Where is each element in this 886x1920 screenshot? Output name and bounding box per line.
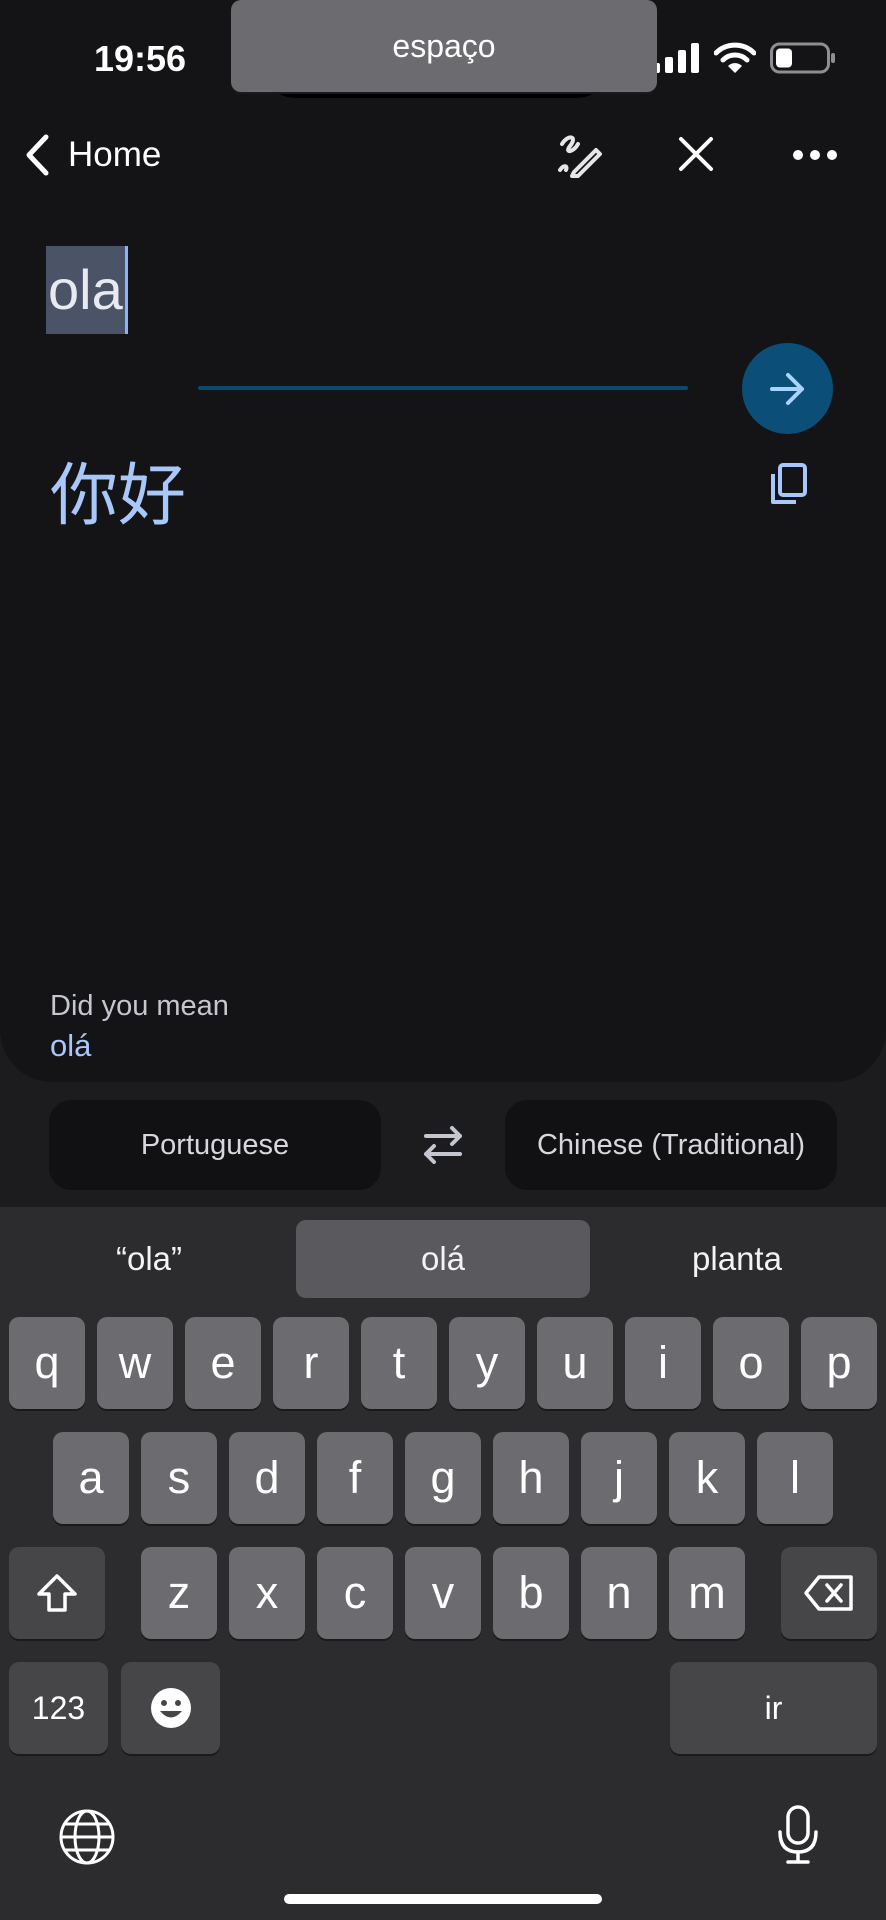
space-key[interactable]: espaço: [231, 0, 657, 92]
key-l[interactable]: l: [757, 1432, 833, 1524]
key-s[interactable]: s: [141, 1432, 217, 1524]
key-u[interactable]: u: [537, 1317, 613, 1409]
swap-languages-button[interactable]: [418, 1124, 468, 1171]
keyboard-suggestion-selected[interactable]: olá: [296, 1220, 590, 1298]
translation-panel: 19:56 Home ola 你好 Did you mean olá: [0, 0, 886, 1082]
handwriting-icon: [558, 135, 602, 178]
key-t[interactable]: t: [361, 1317, 437, 1409]
copy-button[interactable]: [768, 462, 808, 511]
status-icons: [652, 42, 836, 74]
home-indicator[interactable]: [284, 1894, 602, 1904]
arrow-right-icon: [769, 372, 804, 405]
key-o[interactable]: o: [713, 1317, 789, 1409]
key-w[interactable]: w: [97, 1317, 173, 1409]
globe-icon: [59, 1809, 115, 1865]
shift-key[interactable]: [9, 1547, 105, 1639]
key-m[interactable]: m: [669, 1547, 745, 1639]
more-options-button[interactable]: [792, 148, 838, 166]
key-j[interactable]: j: [581, 1432, 657, 1524]
handwriting-button[interactable]: [556, 130, 604, 183]
chevron-left-icon: [26, 134, 49, 176]
microphone-icon: [778, 1805, 818, 1864]
back-button[interactable]: Home: [24, 134, 161, 176]
close-icon: [679, 137, 713, 171]
key-c[interactable]: c: [317, 1547, 393, 1639]
battery-icon: [770, 42, 835, 74]
copy-icon: [771, 463, 807, 504]
key-v[interactable]: v: [405, 1547, 481, 1639]
shift-icon: [37, 1574, 77, 1612]
key-e[interactable]: e: [185, 1317, 261, 1409]
keyboard-suggestion[interactable]: planta: [612, 1220, 862, 1298]
source-language-button[interactable]: Portuguese: [49, 1100, 381, 1190]
delete-key[interactable]: [781, 1547, 877, 1639]
keyboard-suggestion[interactable]: “ola”: [24, 1220, 274, 1298]
back-label: Home: [68, 135, 162, 174]
dictation-button[interactable]: [776, 1804, 820, 1871]
source-text-input[interactable]: ola: [46, 246, 128, 334]
clear-button[interactable]: [678, 136, 714, 177]
numbers-key[interactable]: 123: [9, 1662, 108, 1754]
source-text-selection[interactable]: ola: [46, 246, 128, 334]
key-x[interactable]: x: [229, 1547, 305, 1639]
more-horizontal-icon: [793, 150, 837, 160]
translate-button[interactable]: [742, 343, 833, 434]
wifi-icon: [714, 42, 756, 73]
did-you-mean-suggestion[interactable]: olá: [50, 1028, 91, 1064]
key-n[interactable]: n: [581, 1547, 657, 1639]
key-i[interactable]: i: [625, 1317, 701, 1409]
cellular-signal-icon: [652, 43, 699, 73]
emoji-icon: [150, 1688, 191, 1728]
key-k[interactable]: k: [669, 1432, 745, 1524]
return-key[interactable]: ir: [670, 1662, 877, 1754]
key-r[interactable]: r: [273, 1317, 349, 1409]
backspace-icon: [804, 1575, 853, 1611]
did-you-mean-label: Did you mean: [50, 990, 229, 1022]
language-switch-button[interactable]: [58, 1808, 116, 1871]
key-f[interactable]: f: [317, 1432, 393, 1524]
key-d[interactable]: d: [229, 1432, 305, 1524]
key-y[interactable]: y: [449, 1317, 525, 1409]
key-a[interactable]: a: [53, 1432, 129, 1524]
status-time: 19:56: [94, 38, 187, 79]
translation-output: 你好: [50, 457, 187, 536]
input-underline: [198, 386, 688, 390]
key-b[interactable]: b: [493, 1547, 569, 1639]
key-q[interactable]: q: [9, 1317, 85, 1409]
key-p[interactable]: p: [801, 1317, 877, 1409]
target-language-button[interactable]: Chinese (Traditional): [505, 1100, 837, 1190]
key-h[interactable]: h: [493, 1432, 569, 1524]
swap-icon: [424, 1126, 462, 1164]
key-z[interactable]: z: [141, 1547, 217, 1639]
key-g[interactable]: g: [405, 1432, 481, 1524]
emoji-key[interactable]: [121, 1662, 220, 1754]
